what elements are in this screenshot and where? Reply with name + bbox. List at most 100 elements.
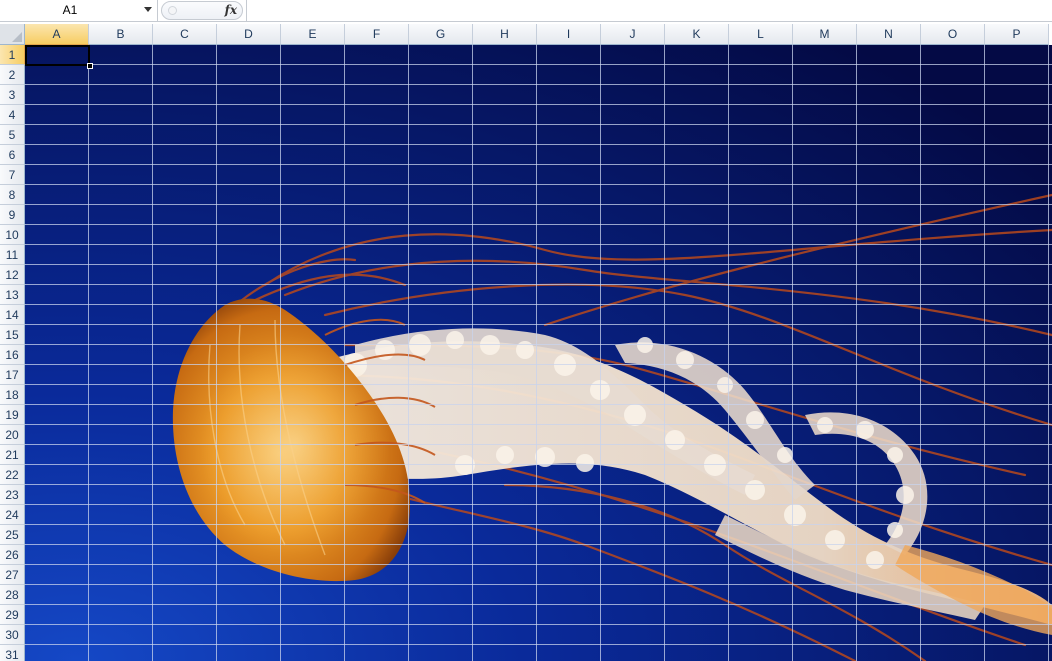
cell-F4[interactable] — [345, 105, 409, 125]
cell-K10[interactable] — [665, 225, 729, 245]
cell-F3[interactable] — [345, 85, 409, 105]
cell-M20[interactable] — [793, 425, 857, 445]
cell-K30[interactable] — [665, 625, 729, 645]
cell-A4[interactable] — [25, 105, 89, 125]
cell-F19[interactable] — [345, 405, 409, 425]
cell-D7[interactable] — [217, 165, 281, 185]
cell-B8[interactable] — [89, 185, 153, 205]
cell-B19[interactable] — [89, 405, 153, 425]
cell-N3[interactable] — [857, 85, 921, 105]
cell-M30[interactable] — [793, 625, 857, 645]
cell-P15[interactable] — [985, 325, 1049, 345]
cell-K6[interactable] — [665, 145, 729, 165]
cell-D13[interactable] — [217, 285, 281, 305]
cell-K31[interactable] — [665, 645, 729, 661]
cell-L15[interactable] — [729, 325, 793, 345]
cell-M12[interactable] — [793, 265, 857, 285]
cell-G15[interactable] — [409, 325, 473, 345]
cell-G14[interactable] — [409, 305, 473, 325]
cell-I8[interactable] — [537, 185, 601, 205]
cell-H2[interactable] — [473, 65, 537, 85]
cell-K20[interactable] — [665, 425, 729, 445]
cell-E12[interactable] — [281, 265, 345, 285]
cell-F24[interactable] — [345, 505, 409, 525]
cell-D26[interactable] — [217, 545, 281, 565]
cell-C7[interactable] — [153, 165, 217, 185]
cell-F7[interactable] — [345, 165, 409, 185]
cell-J20[interactable] — [601, 425, 665, 445]
cell-O7[interactable] — [921, 165, 985, 185]
cell-E28[interactable] — [281, 585, 345, 605]
cell-E1[interactable] — [281, 45, 345, 65]
cell-M3[interactable] — [793, 85, 857, 105]
row-header-27[interactable]: 27 — [0, 565, 25, 585]
cell-P9[interactable] — [985, 205, 1049, 225]
cell-D18[interactable] — [217, 385, 281, 405]
cell-A19[interactable] — [25, 405, 89, 425]
cell-O30[interactable] — [921, 625, 985, 645]
cell-B22[interactable] — [89, 465, 153, 485]
cell-C21[interactable] — [153, 445, 217, 465]
row-header-6[interactable]: 6 — [0, 145, 25, 165]
cell-B28[interactable] — [89, 585, 153, 605]
cell-C22[interactable] — [153, 465, 217, 485]
cell-P24[interactable] — [985, 505, 1049, 525]
cell-C14[interactable] — [153, 305, 217, 325]
cell-B5[interactable] — [89, 125, 153, 145]
cell-P16[interactable] — [985, 345, 1049, 365]
cell-P17[interactable] — [985, 365, 1049, 385]
cell-M2[interactable] — [793, 65, 857, 85]
cell-P2[interactable] — [985, 65, 1049, 85]
column-header-d[interactable]: D — [217, 24, 281, 45]
cell-A7[interactable] — [25, 165, 89, 185]
cell-A11[interactable] — [25, 245, 89, 265]
cell-P26[interactable] — [985, 545, 1049, 565]
cell-G31[interactable] — [409, 645, 473, 661]
row-header-4[interactable]: 4 — [0, 105, 25, 125]
cell-A23[interactable] — [25, 485, 89, 505]
cell-J17[interactable] — [601, 365, 665, 385]
cell-O26[interactable] — [921, 545, 985, 565]
cell-F1[interactable] — [345, 45, 409, 65]
resize-grip-icon[interactable] — [168, 6, 177, 15]
cell-N27[interactable] — [857, 565, 921, 585]
cell-O27[interactable] — [921, 565, 985, 585]
cell-N9[interactable] — [857, 205, 921, 225]
cell-M27[interactable] — [793, 565, 857, 585]
cell-H10[interactable] — [473, 225, 537, 245]
cell-C29[interactable] — [153, 605, 217, 625]
cell-J23[interactable] — [601, 485, 665, 505]
cell-O13[interactable] — [921, 285, 985, 305]
cell-N20[interactable] — [857, 425, 921, 445]
cell-A6[interactable] — [25, 145, 89, 165]
cell-K22[interactable] — [665, 465, 729, 485]
cell-P11[interactable] — [985, 245, 1049, 265]
cell-A21[interactable] — [25, 445, 89, 465]
cell-I17[interactable] — [537, 365, 601, 385]
cell-M18[interactable] — [793, 385, 857, 405]
cell-H4[interactable] — [473, 105, 537, 125]
cell-A18[interactable] — [25, 385, 89, 405]
cell-N5[interactable] — [857, 125, 921, 145]
cell-J16[interactable] — [601, 345, 665, 365]
cell-L4[interactable] — [729, 105, 793, 125]
cell-H14[interactable] — [473, 305, 537, 325]
cell-C20[interactable] — [153, 425, 217, 445]
cell-F8[interactable] — [345, 185, 409, 205]
row-header-19[interactable]: 19 — [0, 405, 25, 425]
cell-I28[interactable] — [537, 585, 601, 605]
cell-F27[interactable] — [345, 565, 409, 585]
cell-A20[interactable] — [25, 425, 89, 445]
cell-O6[interactable] — [921, 145, 985, 165]
cell-B25[interactable] — [89, 525, 153, 545]
column-header-l[interactable]: L — [729, 24, 793, 45]
cell-P8[interactable] — [985, 185, 1049, 205]
column-header-i[interactable]: I — [537, 24, 601, 45]
cell-K3[interactable] — [665, 85, 729, 105]
cell-C19[interactable] — [153, 405, 217, 425]
cell-C1[interactable] — [153, 45, 217, 65]
cell-I11[interactable] — [537, 245, 601, 265]
cell-P1[interactable] — [985, 45, 1049, 65]
cell-D8[interactable] — [217, 185, 281, 205]
cell-B9[interactable] — [89, 205, 153, 225]
